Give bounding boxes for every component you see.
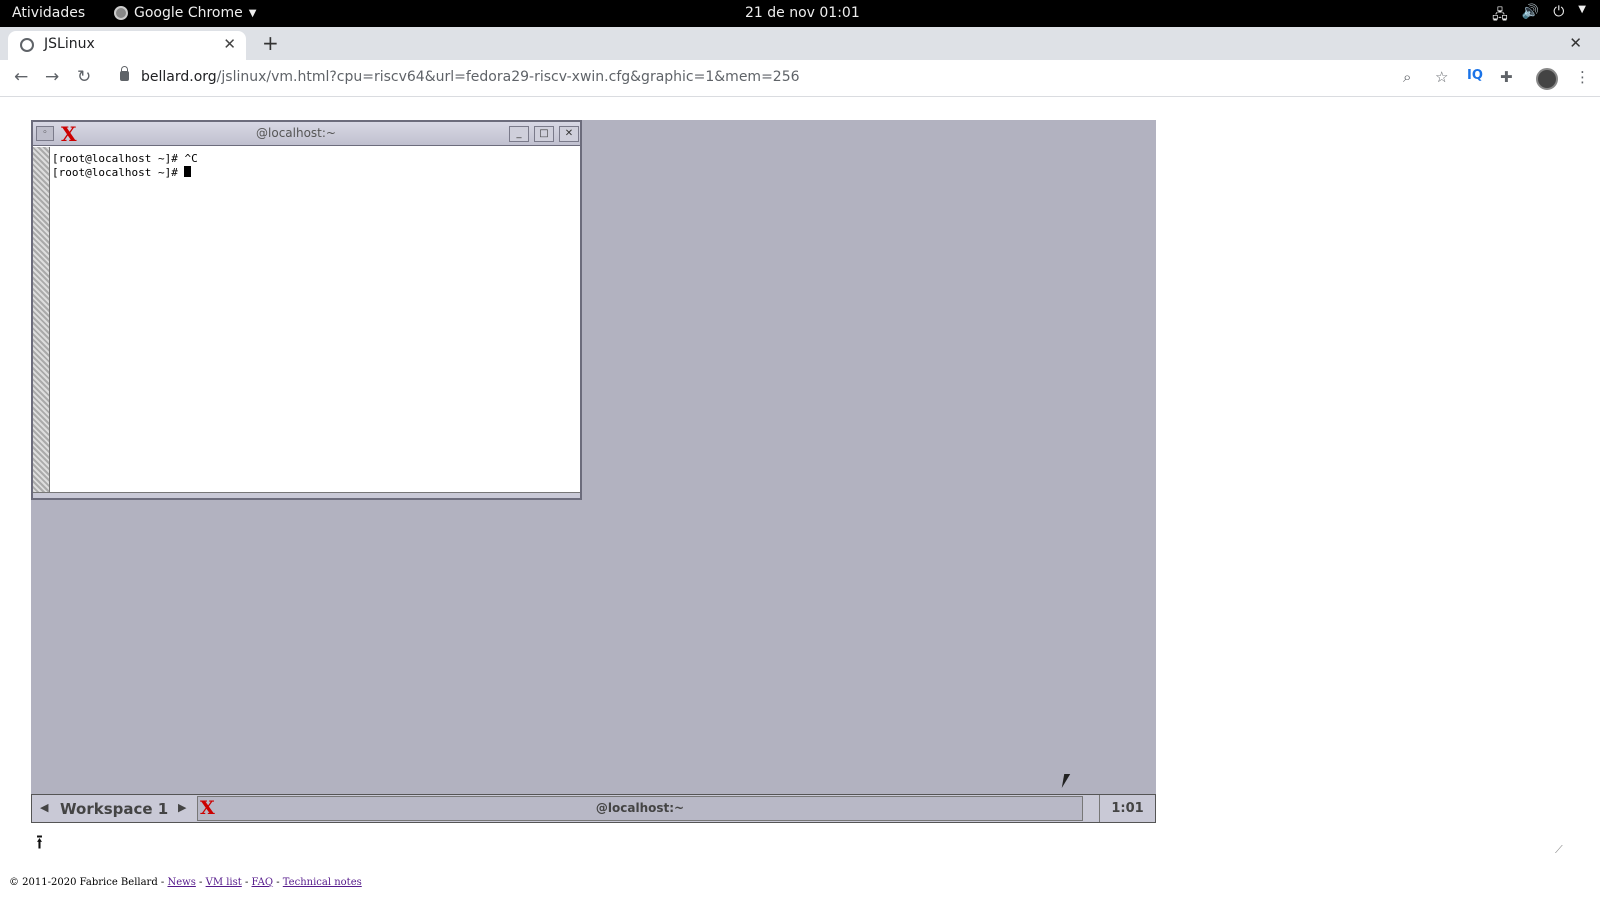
close-button[interactable]: ✕ xyxy=(559,126,579,142)
tab-title: JSLinux xyxy=(44,36,95,52)
browser-tab[interactable]: JSLinux ✕ xyxy=(8,31,246,60)
chrome-icon xyxy=(114,6,128,20)
mouse-pointer-icon xyxy=(1061,774,1077,788)
resize-grip-icon[interactable]: ⟋ xyxy=(1555,843,1563,857)
terminal-line: [root@localhost ~]# ^C xyxy=(52,152,198,165)
address-bar[interactable]: bellard.org/jslinux/vm.html?cpu=riscv64&… xyxy=(108,63,1398,93)
caret-down-icon[interactable]: ▼ xyxy=(1578,4,1586,28)
page-footer: © 2011-2020 Fabrice Bellard - News - VM … xyxy=(9,877,362,888)
footer-link-technical-notes[interactable]: Technical notes xyxy=(283,877,362,888)
caret-down-icon: ▼ xyxy=(248,7,257,19)
minimize-button[interactable]: _ xyxy=(509,126,529,142)
window-title: @localhost:~ xyxy=(256,126,336,140)
tab-close-icon[interactable]: ✕ xyxy=(223,35,236,53)
url-text[interactable]: bellard.org/jslinux/vm.html?cpu=riscv64&… xyxy=(141,69,800,85)
copyright-text: © 2011-2020 Fabrice Bellard - xyxy=(9,877,168,888)
forward-icon[interactable]: → xyxy=(45,67,59,87)
window-manager-taskbar: ◀ Workspace 1 ▶ X @localhost:~ 1:01 xyxy=(31,794,1156,823)
taskbar-task-xterm[interactable]: X @localhost:~ xyxy=(197,796,1083,821)
browser-tab-strip: JSLinux ✕ xyxy=(0,27,1600,60)
system-tray[interactable]: 🖧 🔊 ⏻ ▼ xyxy=(1492,4,1586,28)
app-menu[interactable]: Google Chrome ▼ xyxy=(114,5,256,21)
extension-iq-icon[interactable]: IQ xyxy=(1467,68,1483,83)
back-icon[interactable]: ← xyxy=(14,67,28,87)
system-clock[interactable]: 21 de nov 01:01 xyxy=(745,5,860,21)
workspace-next-icon[interactable]: ▶ xyxy=(178,801,186,814)
new-tab-button[interactable]: + xyxy=(262,31,279,55)
url-host: bellard.org xyxy=(141,69,217,85)
volume-icon[interactable]: 🔊 xyxy=(1522,4,1539,28)
task-title: @localhost:~ xyxy=(595,801,685,815)
lock-icon[interactable] xyxy=(120,66,129,81)
reload-icon[interactable]: ↻ xyxy=(77,67,91,87)
zoom-icon[interactable]: ⌕ xyxy=(1403,68,1411,86)
maximize-button[interactable]: □ xyxy=(534,126,554,142)
footer-link-vm-list[interactable]: VM list xyxy=(206,877,242,888)
upload-icon[interactable]: ⭱ xyxy=(36,828,43,862)
activities-button[interactable]: Atividades xyxy=(12,5,85,21)
app-menu-label: Google Chrome xyxy=(134,5,243,21)
network-icon[interactable]: 🖧 xyxy=(1492,4,1508,28)
power-icon[interactable]: ⏻ xyxy=(1553,4,1564,28)
footer-link-faq[interactable]: FAQ xyxy=(252,877,274,888)
profile-avatar[interactable] xyxy=(1536,68,1558,90)
taskbar-clock: 1:01 xyxy=(1099,795,1155,822)
xterm-window[interactable]: ◦ X @localhost:~ _ □ ✕ [root@localhost ~… xyxy=(31,120,582,500)
window-close-icon[interactable]: ✕ xyxy=(1569,34,1582,52)
terminal-prompt-line: [root@localhost ~]# xyxy=(52,166,198,180)
workspace-prev-icon[interactable]: ◀ xyxy=(40,801,48,814)
workspace-label[interactable]: Workspace 1 xyxy=(60,800,168,818)
xterm-bottom-frame[interactable] xyxy=(33,492,580,498)
footer-link-news[interactable]: News xyxy=(167,877,195,888)
kebab-menu-icon[interactable]: ⋮ xyxy=(1575,68,1590,86)
url-path: /jslinux/vm.html?cpu=riscv64&url=fedora2… xyxy=(216,69,800,85)
xterm-titlebar[interactable]: ◦ X @localhost:~ _ □ ✕ xyxy=(33,122,580,146)
extensions-puzzle-icon[interactable]: ✚ xyxy=(1500,68,1513,86)
xterm-scrollbar[interactable] xyxy=(33,147,50,494)
browser-toolbar: ← → ↻ bellard.org/jslinux/vm.html?cpu=ri… xyxy=(0,60,1600,97)
gnome-top-bar: Atividades Google Chrome ▼ 21 de nov 01:… xyxy=(0,0,1600,27)
vm-desktop[interactable]: ◦ X @localhost:~ _ □ ✕ [root@localhost ~… xyxy=(31,120,1156,823)
terminal-prompt: [root@localhost ~]# xyxy=(52,166,185,179)
text-cursor xyxy=(184,166,192,177)
globe-icon xyxy=(20,38,34,52)
bookmark-star-icon[interactable]: ☆ xyxy=(1435,68,1448,86)
terminal-output[interactable]: [root@localhost ~]# ^C [root@localhost ~]… xyxy=(52,152,198,180)
